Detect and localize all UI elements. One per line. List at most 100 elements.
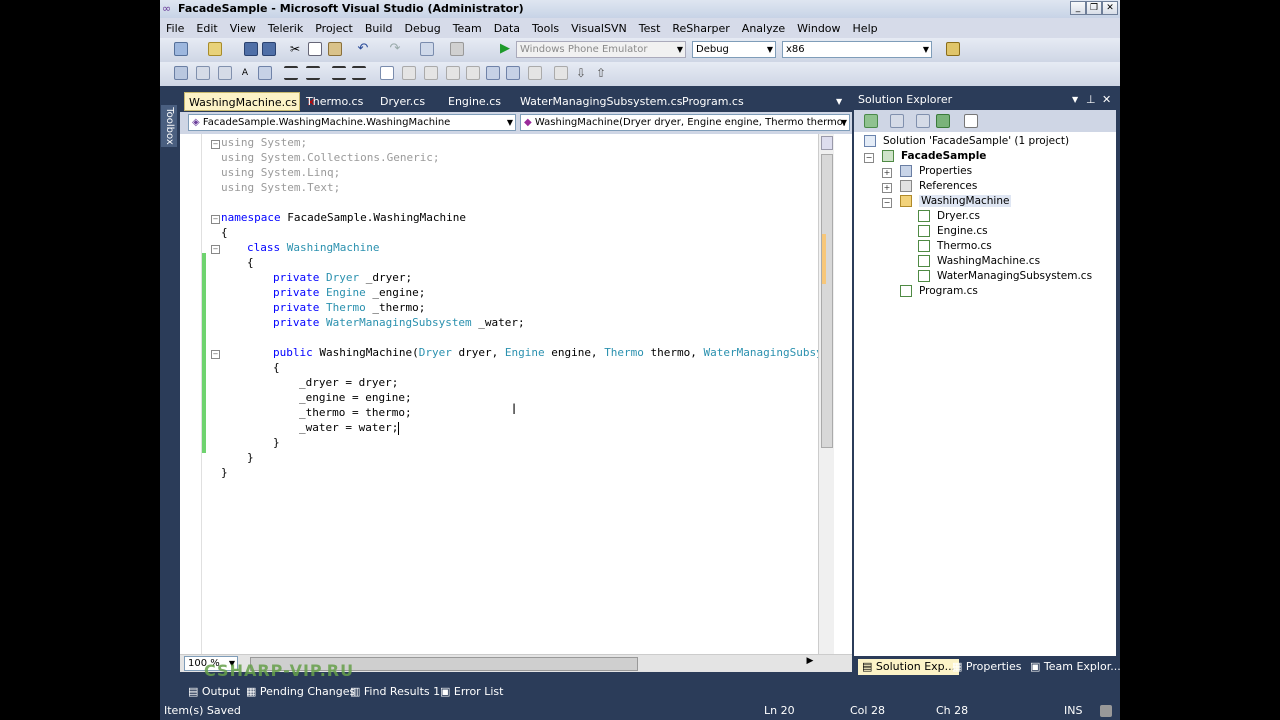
tab-washingmachine[interactable]: WashingMachine.cs ✕ [184, 92, 316, 111]
next-bookmark-folder-icon[interactable] [466, 66, 480, 80]
copy-icon[interactable] [308, 42, 322, 56]
open-folder-icon[interactable] [208, 42, 222, 56]
toggle-bookmark-icon[interactable] [380, 66, 394, 80]
menu-resharper[interactable]: ReSharper [666, 22, 735, 35]
previous-bookmark-icon[interactable] [402, 66, 416, 80]
view-class-diagram-icon[interactable] [936, 114, 950, 128]
menu-view[interactable]: View [224, 22, 262, 35]
tab-thermo[interactable]: Thermo.cs [302, 92, 367, 111]
tree-file-thermo[interactable]: Thermo.cs [918, 239, 992, 254]
parameter-info-icon[interactable] [218, 66, 232, 80]
menu-data[interactable]: Data [488, 22, 526, 35]
word-completion-icon[interactable]: A [238, 66, 252, 80]
clear-bookmarks-icon[interactable] [528, 66, 542, 80]
tree-file-engine[interactable]: Engine.cs [918, 224, 988, 239]
tab-error-list[interactable]: ▣ Error List [440, 684, 503, 700]
scroll-thumb[interactable] [821, 154, 833, 448]
configuration-combo[interactable]: Debug ▼ [692, 41, 776, 58]
navigate-backward-icon[interactable] [420, 42, 434, 56]
tab-list-dropdown-icon[interactable]: ▼ [832, 92, 846, 111]
properties-icon[interactable] [864, 114, 878, 128]
undo-icon[interactable]: ↶ [356, 42, 370, 56]
comment-out-icon[interactable] [332, 66, 346, 80]
menu-build[interactable]: Build [359, 22, 399, 35]
previous-bookmark-folder-icon[interactable] [446, 66, 460, 80]
scroll-right-icon[interactable]: ▶ [804, 656, 816, 670]
tab-solution-explorer[interactable]: ▤ Solution Exp... [858, 659, 960, 675]
save-icon[interactable] [244, 42, 258, 56]
tree-references[interactable]: References [900, 179, 977, 194]
menu-project[interactable]: Project [309, 22, 359, 35]
cut-icon[interactable]: ✂ [288, 42, 302, 56]
close-icon[interactable]: ✕ [1102, 1, 1118, 15]
object-browser-icon[interactable] [174, 66, 188, 80]
fold-toggle-icon[interactable]: − [211, 140, 220, 149]
device-target-combo[interactable]: Windows Phone Emulator ▼ [516, 41, 686, 58]
save-all-icon[interactable] [262, 42, 276, 56]
tree-project[interactable]: FacadeSample [882, 149, 986, 164]
view-code-icon[interactable] [964, 114, 978, 128]
tree-solution[interactable]: Solution 'FacadeSample' (1 project) [864, 134, 1069, 149]
decrease-indent-icon[interactable] [284, 66, 298, 80]
fold-toggle-icon[interactable]: − [211, 215, 220, 224]
tab-pending-changes[interactable]: ▦ Pending Changes [246, 684, 355, 700]
tree-file-watermanagingsubsystem[interactable]: WaterManagingSubsystem.cs [918, 269, 1092, 284]
complete-word-icon[interactable] [258, 66, 272, 80]
close-panel-icon[interactable]: ✕ [1102, 90, 1111, 110]
panel-menu-icon[interactable]: ▼ [1072, 90, 1078, 110]
show-all-files-icon[interactable] [890, 114, 904, 128]
expand-icon[interactable]: + [882, 168, 892, 178]
new-project-icon[interactable] [174, 42, 188, 56]
tab-output[interactable]: ▤ Output [188, 684, 240, 700]
tab-team-explorer[interactable]: ▣ Team Explor... [1030, 659, 1120, 675]
previous-bookmark-doc-icon[interactable] [486, 66, 500, 80]
collapse-icon[interactable]: − [864, 153, 874, 163]
toolbox-tab[interactable]: Toolbox [161, 105, 177, 147]
tab-find-results[interactable]: ▥ Find Results 1 [350, 684, 440, 700]
tab-dryer[interactable]: Dryer.cs [376, 92, 429, 111]
minimize-icon[interactable]: _ [1070, 1, 1086, 15]
menu-visualsvn[interactable]: VisualSVN [565, 22, 633, 35]
refresh-icon[interactable] [916, 114, 930, 128]
menu-file[interactable]: File [160, 22, 190, 35]
tab-engine[interactable]: Engine.cs [444, 92, 505, 111]
next-bookmark-icon[interactable] [424, 66, 438, 80]
tab-program[interactable]: Program.cs [678, 92, 748, 111]
paste-icon[interactable] [328, 42, 342, 56]
uncomment-icon[interactable] [352, 66, 366, 80]
navigate-forward-icon[interactable] [450, 42, 464, 56]
arrow-up-icon[interactable]: ⇧ [594, 66, 608, 80]
quick-info-icon[interactable] [196, 66, 210, 80]
increase-indent-icon[interactable] [306, 66, 320, 80]
maximize-icon[interactable]: ❐ [1086, 1, 1102, 15]
arrow-down-icon[interactable]: ⇩ [574, 66, 588, 80]
fold-toggle-icon[interactable]: − [211, 350, 220, 359]
redo-icon[interactable]: ↷ [388, 42, 402, 56]
editor-vertical-scrollbar[interactable] [818, 134, 834, 654]
fold-toggle-icon[interactable]: − [211, 245, 220, 254]
pin-icon[interactable]: ⊥ [1086, 90, 1096, 110]
tree-folder-washingmachine[interactable]: WashingMachine [900, 194, 1012, 209]
menu-telerik[interactable]: Telerik [262, 22, 309, 35]
menu-team[interactable]: Team [447, 22, 488, 35]
menu-window[interactable]: Window [791, 22, 846, 35]
menu-help[interactable]: Help [847, 22, 884, 35]
next-bookmark-doc-icon[interactable] [506, 66, 520, 80]
move-up-icon[interactable] [554, 66, 568, 80]
tree-file-washingmachine[interactable]: WashingMachine.cs [918, 254, 1040, 269]
tree-file-program[interactable]: Program.cs [900, 284, 978, 299]
collapse-icon[interactable]: − [882, 198, 892, 208]
menu-edit[interactable]: Edit [190, 22, 223, 35]
expand-icon[interactable]: + [882, 183, 892, 193]
tree-file-dryer[interactable]: Dryer.cs [918, 209, 980, 224]
tab-properties[interactable]: ▦ Properties [952, 659, 1021, 675]
platform-combo[interactable]: x86 ▼ [782, 41, 932, 58]
menu-test[interactable]: Test [633, 22, 667, 35]
resize-grip-icon[interactable] [1100, 705, 1112, 717]
split-icon[interactable] [821, 136, 833, 150]
tree-properties[interactable]: Properties [900, 164, 972, 179]
member-combo[interactable]: ◆ WashingMachine(Dryer dryer, Engine eng… [520, 114, 850, 131]
tab-watermanagingsubsystem[interactable]: WaterManagingSubsystem.cs [516, 92, 686, 111]
code-editor[interactable]: − − − − using System; using System.Colle… [180, 134, 852, 654]
menu-tools[interactable]: Tools [526, 22, 565, 35]
